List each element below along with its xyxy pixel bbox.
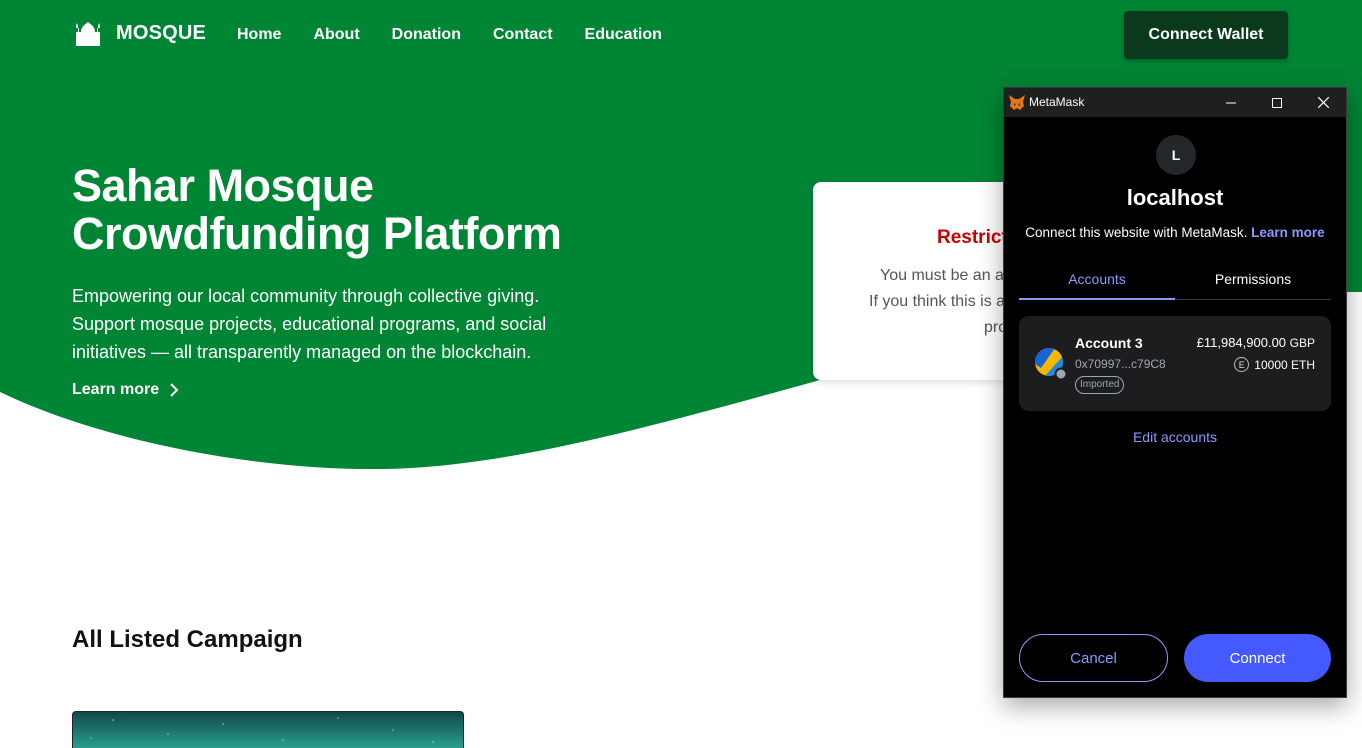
metamask-fox-icon	[1009, 95, 1025, 110]
connect-prompt: Connect this website with MetaMask. Lear…	[1004, 225, 1346, 240]
close-icon	[1317, 97, 1329, 108]
account-fiat-balance: £11,984,900.00 GBP	[1197, 335, 1315, 350]
nav-contact[interactable]: Contact	[493, 26, 553, 44]
hero-title: Sahar Mosque Crowdfunding Platform	[72, 162, 692, 258]
hero-desc-line1: Empowering our local community through c…	[72, 286, 540, 306]
connect-prompt-text: Connect this website with MetaMask.	[1025, 225, 1248, 240]
chevron-right-icon	[170, 383, 179, 397]
nav-links: Home About Donation Contact Education	[237, 26, 662, 44]
connect-wallet-button[interactable]: Connect Wallet	[1124, 11, 1288, 59]
tab-accounts[interactable]: Accounts	[1019, 260, 1175, 300]
maximize-button[interactable]	[1254, 88, 1300, 117]
nav-home[interactable]: Home	[237, 26, 281, 44]
metamask-window: MetaMask L localhost Connect this websit…	[1003, 87, 1347, 698]
brand[interactable]: MOSQUE	[72, 20, 206, 46]
account-eth-balance: E 10000 ETH	[1234, 357, 1315, 372]
fiat-currency: GBP	[1289, 336, 1315, 350]
minimize-icon	[1226, 102, 1236, 103]
fiat-amount: £11,984,900.00	[1196, 335, 1287, 350]
restricted-text-line1: You must be an a	[880, 267, 1004, 284]
hero-desc-line3: initiatives — all transparently managed …	[72, 342, 532, 362]
site-avatar: L	[1156, 135, 1196, 175]
learn-more-link[interactable]: Learn more	[72, 381, 179, 399]
mosque-icon	[76, 22, 100, 46]
eth-amount: 10000 ETH	[1254, 357, 1315, 372]
tab-permissions[interactable]: Permissions	[1175, 260, 1331, 300]
site-host: localhost	[1126, 185, 1224, 210]
edit-accounts-link[interactable]: Edit accounts	[1004, 429, 1346, 445]
hero-title-line1: Sahar Mosque	[72, 160, 374, 211]
campaigns-title: All Listed Campaign	[72, 626, 303, 653]
account-item[interactable]: Account 3 0x70997...c79C8 Imported £11,9…	[1019, 316, 1331, 411]
nav-donation[interactable]: Donation	[392, 26, 461, 44]
maximize-icon	[1272, 97, 1282, 108]
restricted-text-line2: If you think this is a	[869, 293, 1006, 310]
nav-education[interactable]: Education	[585, 26, 662, 44]
metamask-tabs: Accounts Permissions	[1019, 260, 1331, 300]
connect-button[interactable]: Connect	[1184, 634, 1331, 682]
campaign-card-image[interactable]	[72, 711, 464, 748]
account-avatar	[1035, 348, 1067, 380]
hero-title-line2: Crowdfunding Platform	[72, 208, 562, 259]
nav-about[interactable]: About	[313, 26, 359, 44]
brand-name: MOSQUE	[116, 21, 207, 44]
stars-decoration	[90, 717, 434, 743]
hero-desc-line2: Support mosque projects, educational pro…	[72, 314, 547, 334]
minimize-button[interactable]	[1208, 88, 1254, 117]
account-address: 0x70997...c79C8	[1075, 357, 1166, 371]
navbar: MOSQUE Home About Donation Contact Educa…	[0, 0, 1362, 70]
learn-more-label: Learn more	[72, 381, 160, 398]
metamask-window-title: MetaMask	[1029, 95, 1085, 109]
learn-more-link-metamask[interactable]: Learn more	[1251, 225, 1325, 240]
imported-badge: Imported	[1075, 376, 1125, 394]
hero-description: Empowering our local community through c…	[72, 282, 572, 366]
restricted-title: Restrict	[937, 227, 1008, 248]
account-name: Account 3	[1075, 335, 1143, 351]
eth-icon: E	[1234, 357, 1250, 372]
close-button[interactable]	[1300, 88, 1346, 117]
metamask-titlebar[interactable]: MetaMask	[1004, 88, 1346, 117]
cancel-button[interactable]: Cancel	[1019, 634, 1168, 682]
